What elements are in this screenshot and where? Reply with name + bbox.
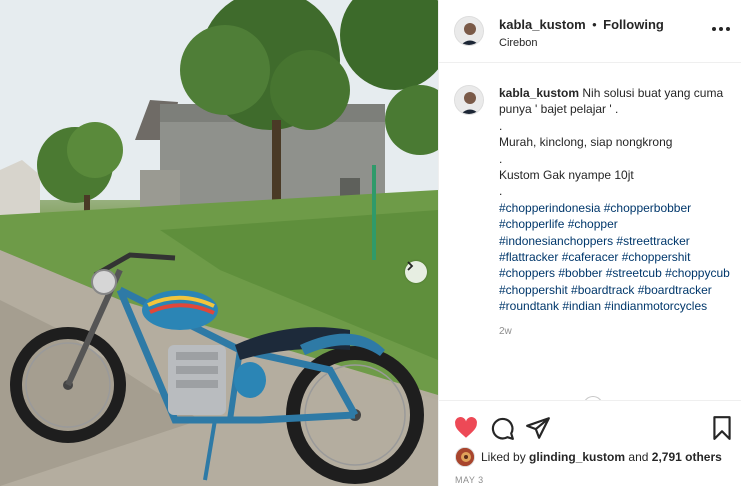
more-options-icon[interactable] — [712, 22, 730, 36]
profile-photo-icon — [456, 448, 474, 466]
caption-spacer: . — [499, 184, 503, 199]
author-info: kabla_kustom • Following Cirebon — [499, 16, 664, 49]
profile-photo-icon — [455, 86, 483, 114]
post-actions: Liked by glinding_kustom and 2,791 other… — [439, 400, 741, 486]
follow-status-button[interactable]: Following — [603, 17, 664, 32]
share-icon — [526, 417, 550, 439]
next-photo-button[interactable] — [405, 261, 427, 283]
like-button[interactable] — [453, 415, 479, 441]
separator-dot: • — [592, 17, 597, 32]
likes-summary: Liked by glinding_kustom and 2,791 other… — [455, 447, 722, 467]
profile-photo-icon — [455, 17, 483, 45]
motorcycle-photo-illustration — [0, 0, 438, 486]
caption-age: 2w — [499, 325, 512, 337]
liker-username[interactable]: glinding_kustom — [529, 450, 625, 464]
liker-avatar[interactable] — [455, 447, 475, 467]
comments-area[interactable]: kabla_kustom Nih solusi buat yang cuma p… — [439, 63, 741, 400]
liked-by-and: and — [628, 450, 649, 464]
comment-button[interactable] — [489, 415, 515, 441]
caption-spacer: . — [499, 151, 503, 166]
likes-count[interactable]: 2,791 others — [652, 450, 722, 464]
caption-spacer: . — [499, 118, 503, 133]
instagram-post: kabla_kustom • Following Cirebon kabla_k… — [0, 0, 741, 486]
liked-by-prefix: Liked by — [481, 450, 526, 464]
share-button[interactable] — [525, 415, 551, 441]
caption-line-2: Murah, kinclong, siap nongkrong — [499, 135, 673, 150]
author-avatar[interactable] — [454, 16, 484, 46]
more-dot — [726, 27, 730, 31]
bookmark-icon — [713, 416, 731, 440]
caption-hashtags[interactable]: #chopperindonesia #chopperbobber #choppe… — [499, 200, 731, 315]
heart-icon — [455, 417, 477, 438]
chevron-right-icon — [407, 261, 414, 271]
post-caption: kabla_kustom Nih solusi buat yang cuma p… — [499, 85, 731, 340]
caption-author-avatar[interactable] — [454, 85, 484, 115]
author-username[interactable]: kabla_kustom — [499, 17, 586, 32]
more-dot — [712, 27, 716, 31]
save-button[interactable] — [709, 415, 735, 441]
caption-username[interactable]: kabla_kustom — [499, 86, 579, 100]
post-photo[interactable] — [0, 0, 438, 486]
post-header: kabla_kustom • Following Cirebon — [439, 0, 741, 63]
comment-icon — [491, 417, 514, 440]
post-date[interactable]: MAY 3 — [455, 475, 484, 485]
more-dot — [719, 27, 723, 31]
caption-line-3: Kustom Gak nyampe 10jt — [499, 168, 634, 183]
post-side-panel: kabla_kustom • Following Cirebon kabla_k… — [438, 0, 741, 486]
post-location[interactable]: Cirebon — [499, 37, 664, 49]
